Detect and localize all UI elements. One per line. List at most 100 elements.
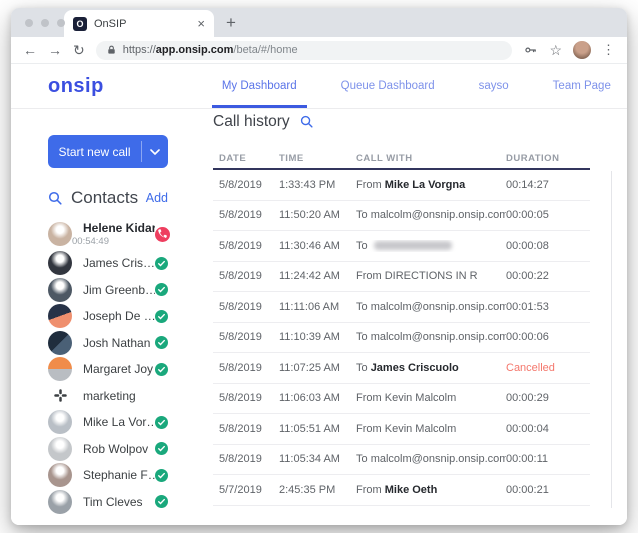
call-with: From Mike Oeth <box>356 484 506 496</box>
contact-list-item[interactable]: marketing <box>48 383 168 410</box>
main-nav: My Dashboard Queue Dashboard sayso Team Pag… <box>222 80 611 92</box>
call-history-title: Call history <box>213 113 290 131</box>
contact-list-item[interactable]: Stephanie F… <box>48 462 168 489</box>
contact-status <box>155 416 168 429</box>
call-history-table: DATE TIME CALL WITH DURATION 5/8/2019 1:… <box>213 148 590 506</box>
call-date: 5/8/2019 <box>219 209 279 221</box>
table-header-row: DATE TIME CALL WITH DURATION <box>213 148 590 168</box>
back-icon[interactable]: ← <box>23 43 37 57</box>
contact-text: James Cris… <box>72 256 155 270</box>
call-history-row[interactable]: 5/8/2019 11:11:06 AM To malcolm@onsnip.o… <box>213 292 590 323</box>
onsip-logo[interactable]: onsip <box>48 75 104 98</box>
call-date: 5/7/2019 <box>219 484 279 496</box>
contact-text: Stephanie F… <box>72 468 155 482</box>
contact-text: Jim Greenb… <box>72 283 155 297</box>
browser-tab-onsip[interactable]: O OnSIP × <box>64 10 214 37</box>
contact-name: Stephanie F… <box>83 468 155 482</box>
add-contact-button[interactable]: Add <box>146 191 168 205</box>
contact-list-item[interactable]: Joseph De … <box>48 303 168 330</box>
tab-title: OnSIP <box>94 18 190 30</box>
window-close-button[interactable] <box>25 19 33 27</box>
call-history-row[interactable]: 5/8/2019 11:24:42 AM From DIRECTIONS IN … <box>213 262 590 293</box>
forward-icon[interactable]: → <box>48 43 62 57</box>
col-duration: DURATION <box>506 153 590 164</box>
call-date: 5/8/2019 <box>219 240 279 252</box>
contact-avatar <box>48 463 72 487</box>
nav-tab-my-dashboard[interactable]: My Dashboard <box>222 80 297 92</box>
contacts-search-icon[interactable] <box>48 191 62 205</box>
contact-list-item[interactable]: Jim Greenb… <box>48 277 168 304</box>
contact-call-timer: 00:54:49 <box>72 236 155 247</box>
contact-avatar <box>48 304 72 328</box>
bookmark-star-icon[interactable]: ☆ <box>549 42 562 59</box>
browser-tabstrip: O OnSIP × + <box>11 8 627 37</box>
browser-toolbar: ← → ↻ https://app.onsip.com/beta/#/home … <box>11 37 627 64</box>
contact-text: Helene Kidary00:54:49 <box>72 221 155 247</box>
scroll-area-divider <box>611 171 612 508</box>
nav-tab-sayso[interactable]: sayso <box>479 80 509 92</box>
contact-list-item[interactable]: Helene Kidary00:54:49 <box>48 218 168 250</box>
window-zoom-button[interactable] <box>57 19 65 27</box>
contact-list-item[interactable]: Josh Nathan <box>48 330 168 357</box>
call-time: 2:45:35 PM <box>279 484 356 496</box>
app-body: Start new call Contacts Add Hel <box>11 109 627 525</box>
call-duration: 00:00:04 <box>506 423 590 435</box>
call-date: 5/8/2019 <box>219 362 279 374</box>
contact-status <box>155 469 168 482</box>
contact-avatar <box>48 437 72 461</box>
call-with: To malcolm@onsnip.onsip.com <box>356 453 506 465</box>
call-history-row[interactable]: 5/8/2019 11:30:46 AM To 00:00:08 <box>213 231 590 262</box>
call-time: 11:11:06 AM <box>279 301 356 313</box>
call-history-row[interactable]: 5/8/2019 1:33:43 PM From Mike La Vorgna … <box>213 170 590 201</box>
on-call-phone-icon <box>155 227 170 242</box>
browser-menu-icon[interactable]: ⋮ <box>602 42 615 58</box>
contact-list-item[interactable]: Mike La Vor… <box>48 409 168 436</box>
call-history-search-icon[interactable] <box>300 115 313 128</box>
contact-avatar <box>48 490 72 514</box>
onsip-favicon: O <box>73 17 87 31</box>
contact-list-item[interactable]: Tim Cleves <box>48 489 168 516</box>
call-date: 5/8/2019 <box>219 453 279 465</box>
contact-avatar <box>48 278 72 302</box>
chevron-down-icon[interactable] <box>142 135 168 168</box>
url-bar[interactable]: https://app.onsip.com/beta/#/home <box>96 41 513 60</box>
call-duration: 00:14:27 <box>506 179 590 191</box>
new-tab-button[interactable]: + <box>226 13 236 33</box>
start-new-call-button[interactable]: Start new call <box>48 135 168 168</box>
nav-tab-queue-dashboard[interactable]: Queue Dashboard <box>341 80 435 92</box>
call-date: 5/8/2019 <box>219 392 279 404</box>
call-history-row[interactable]: 5/8/2019 11:06:03 AM From Kevin Malcolm … <box>213 384 590 415</box>
call-history-row[interactable]: 5/8/2019 11:50:20 AM To malcolm@onsnip.o… <box>213 201 590 232</box>
call-history-row[interactable]: 5/8/2019 11:10:39 AM To malcolm@onsnip.o… <box>213 323 590 354</box>
call-duration: Cancelled <box>506 362 590 374</box>
key-icon[interactable] <box>523 43 538 57</box>
contact-list-item[interactable]: Margaret Joy <box>48 356 168 383</box>
contact-text: Margaret Joy <box>72 362 153 376</box>
refresh-icon[interactable]: ↻ <box>73 43 85 57</box>
call-history-row[interactable]: 5/8/2019 11:05:34 AM To malcolm@onsnip.o… <box>213 445 590 476</box>
contact-name: Joseph De … <box>83 309 155 323</box>
contacts-list: Helene Kidary00:54:49 James Cris… Jim Gr… <box>48 218 168 515</box>
call-history-panel: Call history DATE TIME CALL WITH DURATIO… <box>213 109 627 525</box>
contact-name: Tim Cleves <box>83 495 143 509</box>
call-time: 11:50:20 AM <box>279 209 356 221</box>
contact-list-item[interactable]: James Cris… <box>48 250 168 277</box>
window-minimize-button[interactable] <box>41 19 49 27</box>
contact-avatar <box>48 384 72 408</box>
call-history-row[interactable]: 5/7/2019 2:45:35 PM From Mike Oeth 00:00… <box>213 475 590 506</box>
nav-tab-team-page[interactable]: Team Page <box>553 80 611 92</box>
call-history-row[interactable]: 5/8/2019 11:07:25 AM To James Criscuolo … <box>213 353 590 384</box>
call-history-row[interactable]: 5/8/2019 11:05:51 AM From Kevin Malcolm … <box>213 414 590 445</box>
available-check-icon <box>155 336 168 349</box>
redacted-number <box>374 241 452 250</box>
call-with: From DIRECTIONS IN R <box>356 270 506 282</box>
browser-window: O OnSIP × + ← → ↻ https://app.onsip.com/… <box>11 8 627 525</box>
contact-text: Josh Nathan <box>72 336 150 350</box>
contact-list-item[interactable]: Rob Wolpov <box>48 436 168 463</box>
browser-profile-avatar[interactable] <box>573 41 591 59</box>
available-check-icon <box>155 416 168 429</box>
call-time: 11:24:42 AM <box>279 270 356 282</box>
tab-close-icon[interactable]: × <box>197 17 205 30</box>
contacts-title: Contacts <box>71 188 138 208</box>
call-time: 11:10:39 AM <box>279 331 356 343</box>
